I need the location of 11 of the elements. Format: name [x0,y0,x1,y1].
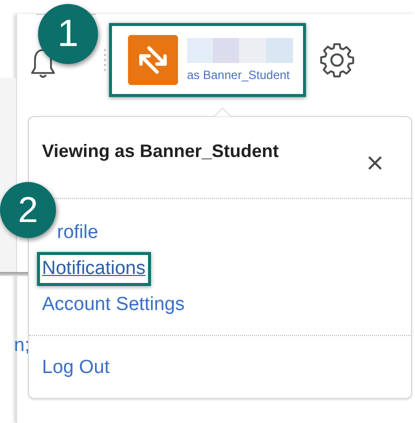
swap-arrows-icon [128,35,178,85]
drag-handle-icon [103,48,107,74]
user-role-caption: as Banner_Student [187,68,291,82]
menu-title: Viewing as Banner_Student [42,141,279,162]
menu-link[interactable]: Log Out [37,351,115,385]
settings-icon[interactable] [318,41,356,79]
user-menu-button[interactable]: as Banner_Student [109,23,306,97]
menu-link[interactable]: Notifications [37,252,150,286]
close-icon[interactable] [367,155,383,171]
page-link-text: n; [14,335,30,357]
menu-link[interactable]: Account Settings [37,288,190,322]
